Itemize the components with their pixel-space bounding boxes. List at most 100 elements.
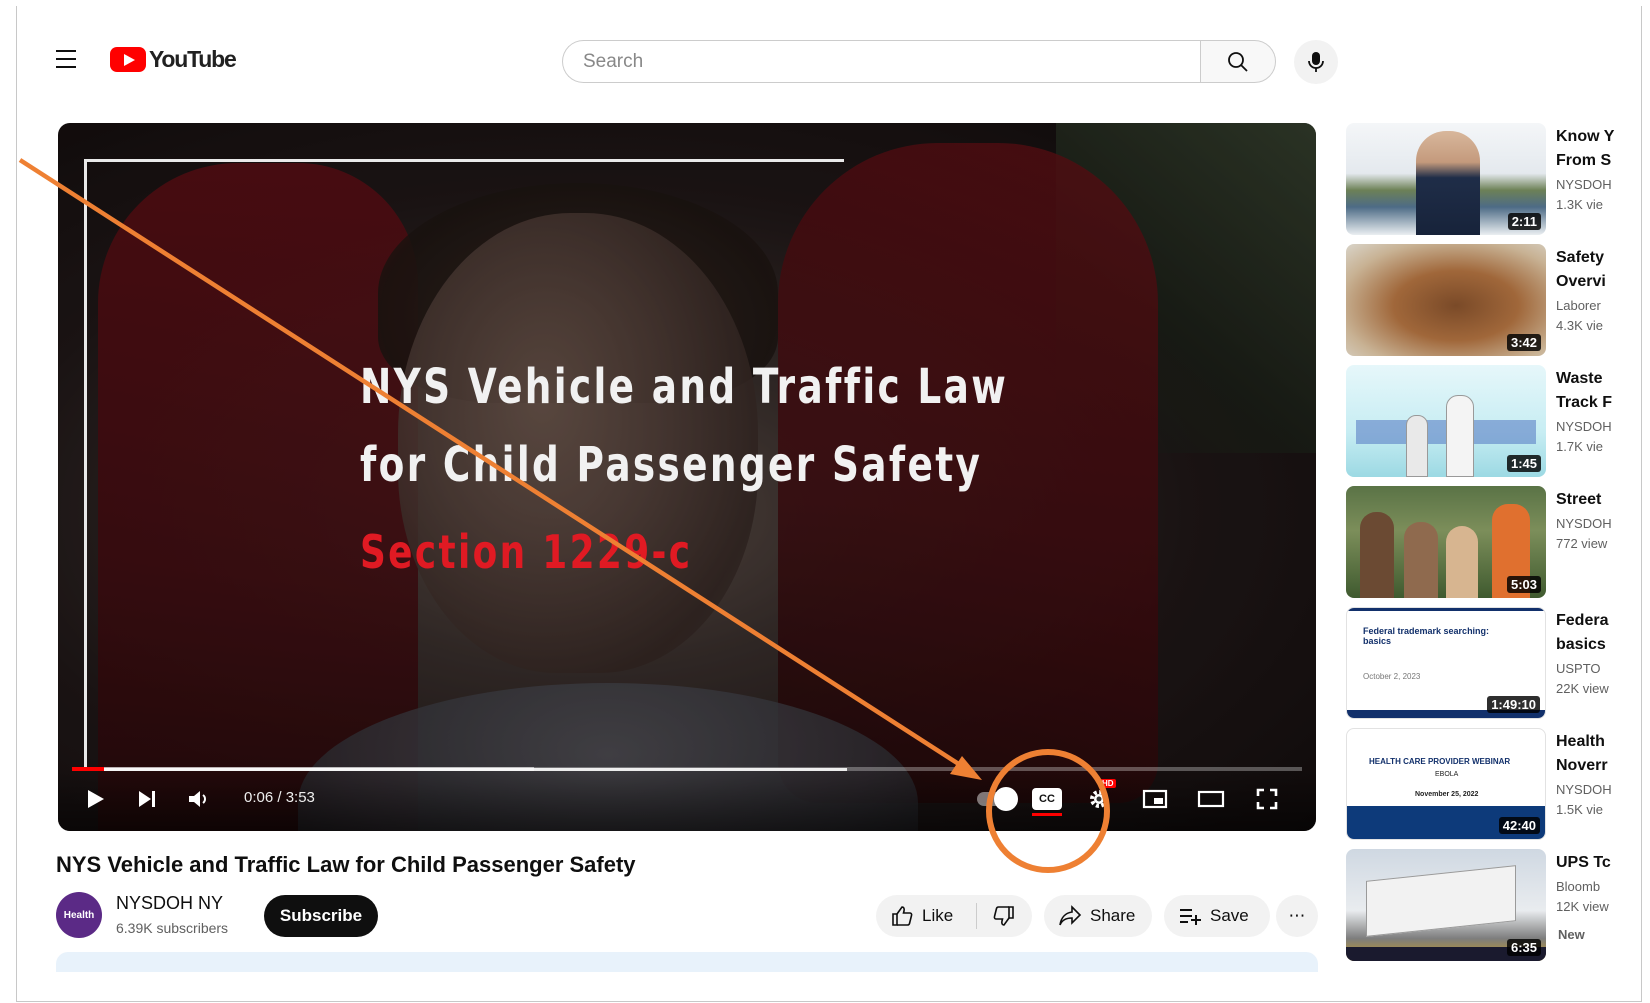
subscriber-count: 6.39K subscribers [116, 920, 229, 936]
rec-title: Safety [1556, 249, 1605, 266]
rec-title-line2: From S [1556, 152, 1612, 169]
rec-channel: NYSDOH [1556, 419, 1612, 434]
search-input[interactable] [583, 50, 1202, 73]
thumb-date: October 2, 2023 [1363, 672, 1421, 681]
miniplayer-icon [1142, 789, 1168, 809]
video-thumbnail: HEALTH CARE PROVIDER WEBINAR EBOLA Novem… [1346, 728, 1546, 840]
search-icon [1228, 51, 1248, 72]
microphone-icon [1308, 52, 1324, 72]
like-dislike-group: Like [876, 895, 1032, 937]
rec-title-line2: Noverr [1556, 757, 1608, 774]
overlay-title-line2: for Child Passenger Safety [360, 437, 983, 493]
thumb-title: HEALTH CARE PROVIDER WEBINAR [1369, 757, 1511, 766]
volume-icon [189, 791, 206, 807]
autoplay-toggle[interactable] [974, 783, 1018, 815]
rec-channel: NYSDOH [1556, 516, 1612, 531]
video-thumbnail: 2:11 [1346, 123, 1546, 235]
rec-title-line2: basics [1556, 636, 1606, 653]
video-thumbnail: 1:45 [1346, 365, 1546, 477]
youtube-play-icon [110, 47, 146, 72]
miniplayer-button[interactable] [1138, 783, 1172, 815]
rec-title-line2: Track F [1556, 394, 1613, 411]
rec-views: 1.3K vie [1556, 197, 1603, 212]
search-button[interactable] [1200, 40, 1276, 83]
thumb-date: November 25, 2022 [1415, 791, 1479, 798]
closed-captions-icon: CC [1032, 788, 1062, 810]
rec-channel: Laborer [1556, 298, 1601, 313]
rec-views: 4.3K vie [1556, 318, 1603, 333]
duration-badge: 6:35 [1506, 939, 1541, 956]
thumb-title: Federal trademark searching: basics [1363, 626, 1490, 646]
rec-title: Know Y [1556, 128, 1615, 145]
recommendation-item[interactable]: 5:03 Street NYSDOH 772 view [1346, 486, 1642, 598]
recommendation-item[interactable]: Federal trademark searching: basics Octo… [1346, 607, 1642, 719]
duration-badge: 2:11 [1507, 213, 1541, 230]
more-actions-button[interactable]: ⋯ [1276, 895, 1318, 937]
gear-icon [1090, 790, 1108, 808]
player-controls: 0:06 / 3:53 CC HD [58, 769, 1316, 831]
volume-button[interactable] [182, 783, 216, 815]
rec-title: UPS Tc [1556, 854, 1611, 871]
new-badge: New [1558, 927, 1585, 942]
hd-badge: HD [1100, 779, 1116, 788]
theater-mode-button[interactable] [1194, 783, 1228, 815]
share-button[interactable]: Share [1044, 895, 1152, 937]
video-player[interactable]: NYS Vehicle and Traffic Law for Child Pa… [58, 123, 1316, 831]
save-label: Save [1210, 906, 1249, 925]
rec-views: 12K view [1556, 899, 1609, 914]
recommendation-item[interactable]: 2:11 Know Y From S NYSDOH 1.3K vie [1346, 123, 1642, 235]
save-button[interactable]: Save [1164, 895, 1270, 937]
channel-avatar[interactable]: Health [56, 892, 102, 938]
thumbs-up-icon [892, 906, 913, 926]
duration-badge: 1:45 [1506, 455, 1541, 472]
search-box [562, 40, 1202, 83]
description-box[interactable] [56, 952, 1318, 972]
logo-text: YouTube [149, 46, 237, 72]
recommendation-item[interactable]: 3:42 Safety Overvi Laborer 4.3K vie [1346, 244, 1642, 356]
video-thumbnail: 5:03 [1346, 486, 1546, 598]
like-label: Like [922, 906, 954, 925]
next-button[interactable] [130, 783, 164, 815]
subscribe-button[interactable]: Subscribe [264, 895, 378, 937]
duration-badge: 42:40 [1498, 817, 1540, 834]
recommendation-item[interactable]: 6:35 UPS Tc Bloomb 12K view New [1346, 849, 1642, 961]
rec-views: 1.5K vie [1556, 802, 1603, 817]
fullscreen-button[interactable] [1250, 783, 1284, 815]
like-button[interactable]: Like [876, 895, 976, 937]
recommendation-item[interactable]: HEALTH CARE PROVIDER WEBINAR EBOLA Novem… [1346, 728, 1642, 840]
share-icon [1059, 905, 1082, 926]
dislike-button[interactable] [977, 895, 1031, 937]
menu-icon[interactable] [56, 50, 80, 70]
duration-badge: 5:03 [1506, 576, 1541, 593]
channel-name[interactable]: NYSDOH NY [116, 893, 223, 914]
rec-views: 22K view [1556, 681, 1609, 696]
save-playlist-icon [1180, 909, 1201, 925]
time-display: 0:06 / 3:53 [244, 789, 315, 806]
voice-search-button[interactable] [1294, 40, 1338, 84]
rec-title: Federa [1556, 612, 1609, 629]
video-thumbnail: 3:42 [1346, 244, 1546, 356]
video-thumbnail: 6:35 [1346, 849, 1546, 961]
rec-views: 1.7K vie [1556, 439, 1603, 454]
video-thumbnail: Federal trademark searching: basics Octo… [1346, 607, 1546, 719]
rec-channel: NYSDOH [1556, 782, 1612, 797]
youtube-logo[interactable]: YouTube [110, 46, 237, 73]
recommendation-item[interactable]: 1:45 Waste Track F NYSDOH 1.7K vie [1346, 365, 1642, 477]
overlay-title-line1: NYS Vehicle and Traffic Law [360, 359, 1009, 415]
thumbs-down-icon [993, 906, 1014, 926]
overlay-section-label: Section 1229-c [360, 525, 693, 579]
rec-title: Waste [1556, 370, 1603, 387]
subtitles-button[interactable]: CC [1030, 783, 1064, 816]
rec-title-line2: Overvi [1556, 273, 1606, 290]
skip-next-icon [139, 791, 155, 807]
fullscreen-icon [1256, 788, 1278, 810]
play-button[interactable] [78, 783, 112, 815]
theater-icon [1197, 790, 1225, 808]
settings-button[interactable]: HD [1082, 779, 1116, 815]
play-icon [88, 790, 104, 808]
rec-channel: NYSDOH [1556, 177, 1612, 192]
rec-channel: Bloomb [1556, 879, 1601, 894]
share-label: Share [1090, 906, 1136, 925]
rec-views: 772 view [1556, 536, 1608, 551]
video-title: NYS Vehicle and Traffic Law for Child Pa… [56, 852, 636, 877]
